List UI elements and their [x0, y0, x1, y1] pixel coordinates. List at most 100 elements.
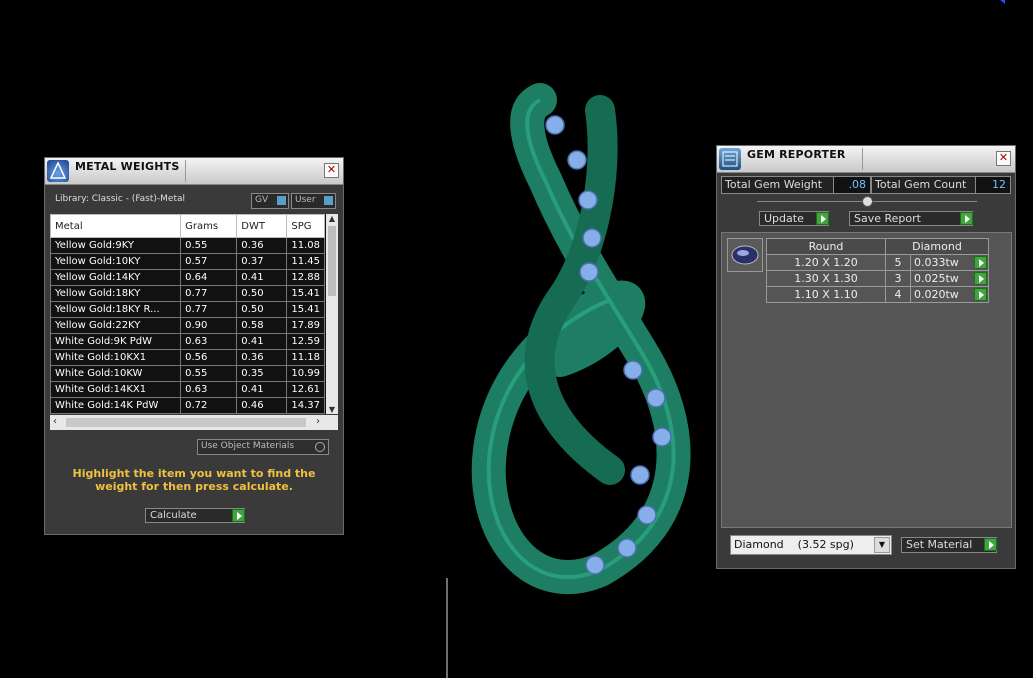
scroll-down-icon[interactable]: ▼ [326, 405, 338, 414]
gem-marker [630, 465, 650, 485]
dwt-cell: 0.37 [236, 253, 288, 270]
spg-cell: 11.08 [286, 237, 325, 254]
grams-cell: 0.72 [180, 397, 238, 414]
gem-weight-cell: 0.020tw [910, 286, 989, 303]
gem-reporter-app-icon [719, 148, 741, 170]
user-toggle[interactable]: User [291, 193, 336, 209]
spg-cell: 17.89 [286, 317, 325, 334]
table-row[interactable]: Yellow Gold:18KY 0.77 0.50 15.41 [50, 285, 325, 302]
gem-row[interactable]: 1.20 X 1.20 5 0.033tw [766, 254, 989, 271]
scroll-thumb[interactable] [66, 418, 306, 427]
horizontal-scrollbar[interactable]: ‹ › [50, 415, 338, 430]
chevron-down-icon[interactable]: ▼ [874, 537, 890, 553]
vertical-scrollbar[interactable]: ▲ ▼ [326, 214, 338, 414]
metal-weights-panel: METAL WEIGHTS ✕ Library: Classic - (Fast… [44, 157, 344, 535]
spg-cell: 11.45 [286, 253, 325, 270]
scroll-left-icon[interactable]: ‹ [53, 416, 57, 427]
table-row[interactable]: White Gold:14K PdW 0.72 0.46 14.37 [50, 397, 325, 414]
toggle-indicator [324, 196, 333, 205]
metal-cell: White Gold:9K PdW [50, 333, 182, 350]
close-icon[interactable]: ✕ [324, 163, 339, 178]
select-gem-row-icon[interactable] [974, 288, 987, 301]
table-row[interactable]: Yellow Gold:18KY R... 0.77 0.50 15.41 [50, 301, 325, 318]
material-select-value: Diamond (3.52 spg) [734, 538, 854, 551]
grams-cell: 0.63 [180, 333, 238, 350]
total-gem-weight-label: Total Gem Weight [721, 176, 836, 194]
spg-cell: 15.41 [286, 285, 325, 302]
user-toggle-label: User [295, 195, 316, 205]
metal-cell: Yellow Gold:14KY [50, 269, 182, 286]
table-row[interactable]: White Gold:10KX1 0.56 0.36 11.18 [50, 349, 325, 366]
select-gem-row-icon[interactable] [974, 272, 987, 285]
material-select[interactable]: Diamond (3.52 spg) ▼ [730, 535, 892, 555]
save-report-button[interactable]: Save Report [849, 211, 973, 226]
gem-count-cell: 4 [885, 286, 911, 303]
spg-cell: 15.41 [286, 301, 325, 318]
gem-size-cell: 1.20 X 1.20 [766, 254, 886, 271]
grams-cell: 0.64 [180, 269, 238, 286]
spg-cell: 10.99 [286, 365, 325, 382]
metal-cell: White Gold:10KX1 [50, 349, 182, 366]
gem-reporter-titlebar[interactable]: GEM REPORTER ✕ [717, 146, 1015, 173]
scroll-up-icon[interactable]: ▲ [326, 214, 338, 226]
toggle-indicator [277, 196, 286, 205]
total-gem-weight-value: .08 [833, 176, 871, 194]
gv-toggle[interactable]: GV [251, 193, 289, 209]
gem-marker [578, 190, 598, 210]
dwt-cell: 0.58 [236, 317, 288, 334]
column-header-metal[interactable]: Metal [50, 214, 182, 238]
toggle-indicator [315, 442, 325, 452]
library-label: Library: Classic - (Fast)-Metal [55, 194, 186, 204]
table-row[interactable]: Yellow Gold:9KY 0.55 0.36 11.08 [50, 237, 325, 254]
total-gem-count-label: Total Gem Count [871, 176, 976, 194]
metal-table: Metal Grams DWT SPG Yellow Gold:9KY 0.55 0… [50, 214, 325, 414]
save-report-label: Save Report [854, 212, 921, 225]
gem-weight-value: 0.025tw [914, 272, 959, 285]
gem-material-header: Diamond [885, 238, 989, 255]
grams-cell: 0.90 [180, 317, 238, 334]
metal-cell: Yellow Gold:18KY R... [50, 301, 182, 318]
gem-thumbnail[interactable] [727, 238, 763, 272]
gem-weight-value: 0.033tw [914, 256, 959, 269]
metal-cell: Yellow Gold:9KY [50, 237, 182, 254]
column-header-dwt[interactable]: DWT [236, 214, 288, 238]
grams-cell: 0.56 [180, 349, 238, 366]
table-row[interactable]: White Gold:14KX1 0.63 0.41 12.61 [50, 381, 325, 398]
table-row[interactable]: White Gold:10KW 0.55 0.35 10.99 [50, 365, 325, 382]
collapse-handle-icon[interactable] [862, 196, 873, 207]
dwt-cell: 0.35 [236, 365, 288, 382]
grams-cell: 0.57 [180, 253, 238, 270]
gem-row[interactable]: 1.10 X 1.10 4 0.020tw [766, 286, 989, 303]
use-object-materials-label: Use Object Materials [201, 441, 295, 451]
set-material-button[interactable]: Set Material [901, 537, 997, 553]
use-object-materials-toggle[interactable]: Use Object Materials [197, 439, 329, 455]
gem-marker [623, 360, 643, 380]
metal-cell: Yellow Gold:10KY [50, 253, 182, 270]
gem-weight-cell: 0.025tw [910, 270, 989, 287]
grams-cell: 0.55 [180, 237, 238, 254]
scroll-thumb[interactable] [328, 226, 336, 296]
grams-cell: 0.77 [180, 301, 238, 318]
table-row[interactable]: Yellow Gold:10KY 0.57 0.37 11.45 [50, 253, 325, 270]
metal-weights-title: METAL WEIGHTS [75, 160, 180, 173]
gem-table: Round Diamond 1.20 X 1.20 5 0.033tw 1.30 X … [766, 238, 989, 303]
select-gem-row-icon[interactable] [974, 256, 987, 269]
total-gem-count-value: 12 [975, 176, 1011, 194]
dwt-cell: 0.41 [236, 269, 288, 286]
gv-toggle-label: GV [255, 195, 269, 205]
cursor-icon [1000, 0, 1005, 4]
column-header-grams[interactable]: Grams [180, 214, 238, 238]
close-icon[interactable]: ✕ [996, 151, 1011, 166]
table-row[interactable]: White Gold:9K PdW 0.63 0.41 12.59 [50, 333, 325, 350]
gem-weight-value: 0.020tw [914, 288, 959, 301]
gem-marker [585, 555, 605, 575]
table-row[interactable]: Yellow Gold:14KY 0.64 0.41 12.88 [50, 269, 325, 286]
gem-row[interactable]: 1.30 X 1.30 3 0.025tw [766, 270, 989, 287]
column-header-spg[interactable]: SPG [286, 214, 325, 238]
metal-weights-titlebar[interactable]: METAL WEIGHTS ✕ [45, 158, 343, 185]
update-button[interactable]: Update [759, 211, 829, 226]
calculate-button[interactable]: Calculate [145, 508, 245, 523]
play-icon [984, 538, 997, 551]
scroll-right-icon[interactable]: › [316, 416, 320, 427]
table-row[interactable]: Yellow Gold:22KY 0.90 0.58 17.89 [50, 317, 325, 334]
